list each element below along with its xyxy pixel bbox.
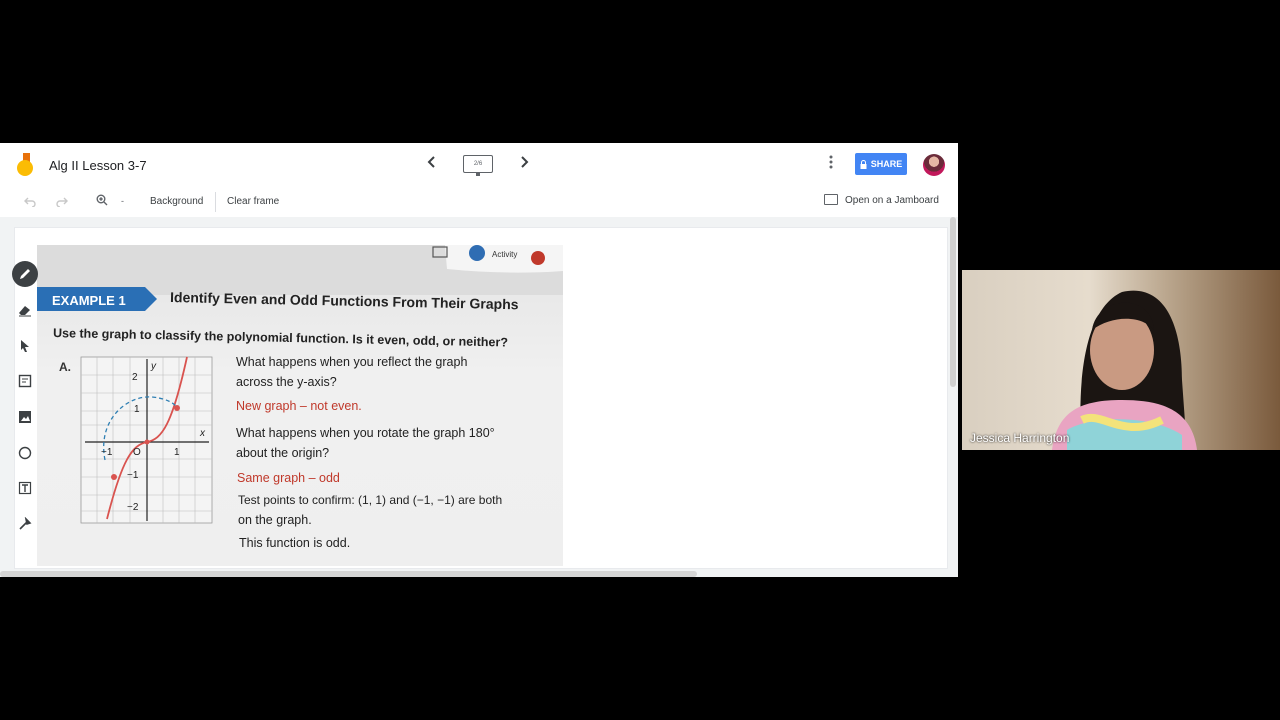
- activity-badge: Activity: [492, 250, 517, 259]
- share-label: SHARE: [870, 159, 903, 169]
- shape-tool[interactable]: [12, 440, 38, 466]
- participant-name: Jessica Harrington: [970, 431, 1070, 445]
- textbook-photo-content: Activity EXAMPLE 1 Identify Even and Odd…: [37, 245, 563, 550]
- question-2-line-1: What happens when you rotate the graph 1…: [236, 426, 495, 440]
- jamboard-device-icon: [824, 194, 838, 205]
- top-bar: Alg II Lesson 3-7 2/6 SHARE: [0, 143, 958, 187]
- sticky-note-icon: [18, 374, 32, 388]
- previous-frame-button[interactable]: [426, 155, 438, 174]
- document-title[interactable]: Alg II Lesson 3-7: [49, 158, 147, 173]
- account-avatar[interactable]: [923, 154, 945, 176]
- horizontal-scrollbar[interactable]: [0, 571, 697, 577]
- svg-text:y: y: [150, 361, 157, 372]
- question-1-line-1: What happens when you reflect the graph: [236, 355, 467, 369]
- eraser-icon: [19, 306, 31, 317]
- problem-prompt: Use the graph to classify the polynomial…: [53, 326, 508, 350]
- svg-text:x: x: [199, 428, 206, 439]
- participant-video-frame: [1052, 290, 1197, 450]
- select-tool[interactable]: [12, 333, 38, 359]
- question-2-line-2: about the origin?: [236, 446, 329, 460]
- eraser-tool[interactable]: [12, 297, 38, 323]
- test-points-line-2: on the graph.: [238, 513, 312, 527]
- lock-icon: [860, 159, 867, 169]
- image-tool[interactable]: [12, 404, 38, 430]
- jamboard-logo-icon[interactable]: [16, 153, 36, 177]
- part-label: A.: [59, 360, 71, 374]
- svg-text:O: O: [133, 447, 141, 458]
- select-icon: [21, 340, 29, 352]
- frame-indicator-label: 2/6: [473, 161, 483, 167]
- hand-icon: [469, 245, 485, 261]
- laser-icon: [19, 517, 32, 530]
- frame-toolbar: - Background Clear frame Open on a Jambo…: [0, 187, 958, 217]
- pen-icon: [20, 269, 30, 279]
- svg-text:1: 1: [174, 447, 180, 458]
- svg-text:1: 1: [134, 404, 140, 415]
- undo-icon: [24, 197, 36, 208]
- undo-button[interactable]: [24, 195, 36, 210]
- laser-tool[interactable]: [12, 511, 38, 537]
- textbook-photo[interactable]: Activity EXAMPLE 1 Identify Even and Odd…: [37, 245, 563, 566]
- zoom-button[interactable]: [96, 194, 108, 209]
- circle-icon: [18, 446, 32, 460]
- more-options-button[interactable]: [829, 155, 833, 173]
- next-frame-button[interactable]: [518, 155, 530, 174]
- svg-text:−1: −1: [101, 447, 113, 458]
- svg-text:2: 2: [132, 372, 138, 383]
- svg-text:−2: −2: [127, 502, 139, 513]
- redo-icon: [56, 197, 68, 208]
- redo-button[interactable]: [56, 195, 68, 210]
- chevron-right-icon: [521, 156, 529, 168]
- chevron-left-icon: [427, 156, 435, 168]
- jamboard-window: Alg II Lesson 3-7 2/6 SHARE - Background: [0, 143, 958, 577]
- answer-1: New graph – not even.: [236, 399, 362, 413]
- clear-frame-button[interactable]: Clear frame: [227, 196, 279, 207]
- more-vert-icon: [829, 155, 833, 169]
- answer-2: Same graph – odd: [237, 471, 340, 485]
- question-1-line-2: across the y-axis?: [236, 375, 337, 389]
- open-on-jamboard-button[interactable]: Open on a Jamboard: [845, 195, 939, 206]
- background-button[interactable]: Background: [150, 196, 203, 207]
- conclusion: This function is odd.: [239, 536, 350, 550]
- share-button[interactable]: SHARE: [855, 153, 907, 175]
- sticky-note-tool[interactable]: [12, 368, 38, 394]
- image-icon: [19, 411, 31, 423]
- target-icon: [531, 251, 545, 265]
- vertical-scrollbar[interactable]: [950, 217, 956, 387]
- function-graph: y x O 2 1 −1 −2 −1 1: [80, 356, 213, 524]
- toolbar-divider: [215, 192, 216, 212]
- zoom-dropdown[interactable]: -: [121, 196, 124, 206]
- text-box-icon: [18, 481, 32, 495]
- pen-tool[interactable]: [12, 261, 38, 287]
- frame-indicator[interactable]: 2/6: [463, 155, 493, 173]
- zoom-in-icon: [96, 194, 108, 206]
- text-box-tool[interactable]: [12, 475, 38, 501]
- participant-video-tile[interactable]: Jessica Harrington: [962, 270, 1280, 450]
- frame-indicator-caret: [476, 173, 480, 176]
- test-points-line-1: Test points to confirm: (1, 1) and (−1, …: [238, 493, 502, 507]
- example-label: EXAMPLE 1: [52, 293, 126, 308]
- svg-text:−1: −1: [127, 470, 139, 481]
